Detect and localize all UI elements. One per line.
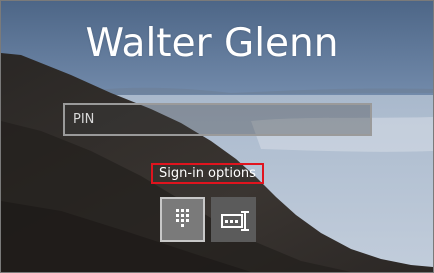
keypad-icon — [176, 209, 189, 227]
sign-in-options-link[interactable]: Sign-in options — [151, 163, 264, 184]
user-name: Walter Glenn — [85, 21, 339, 66]
lock-screen: Walter Glenn Sign-in options — [0, 0, 434, 273]
pin-option-button[interactable] — [160, 197, 205, 242]
password-option-button[interactable] — [211, 197, 256, 242]
pin-input[interactable] — [63, 103, 372, 136]
password-icon — [221, 211, 249, 231]
